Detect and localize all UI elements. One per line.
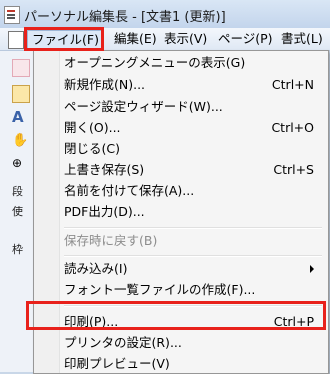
menu-edit[interactable]: 編集(E): [110, 30, 161, 48]
hand-tool-icon[interactable]: ✋: [12, 133, 28, 149]
pink-tool-icon[interactable]: [12, 59, 30, 77]
menu-item-pdf-export[interactable]: PDF出力(D)...: [64, 202, 322, 222]
menu-page[interactable]: ページ(P): [214, 30, 277, 48]
menu-item-revert: 保存時に戻す(B): [64, 233, 158, 248]
select-tool-icon[interactable]: [12, 85, 30, 103]
menu-item-print-preview[interactable]: 印刷プレビュー(V): [64, 354, 322, 374]
window-title: パーソナル編集長 - [文書1 (更新)]: [24, 10, 226, 25]
app-icon: [4, 6, 20, 24]
submenu-arrow-icon: [310, 265, 314, 273]
menu-item-opening-menu[interactable]: オープニングメニューの表示(G): [64, 53, 322, 73]
print-item-highlight: [26, 301, 326, 330]
text-tool-icon[interactable]: A: [12, 109, 28, 125]
document-icon[interactable]: [8, 31, 24, 49]
menu-item-page-setup-wizard[interactable]: ページ設定ウィザード(W)...: [64, 97, 322, 117]
menu-item-open[interactable]: 開く(O)... Ctrl+O: [64, 118, 322, 138]
menu-item-save-as[interactable]: 名前を付けて保存(A)...: [64, 181, 322, 201]
frame-label: 枠: [12, 243, 23, 256]
menu-item-printer-setup[interactable]: プリンタの設定(R)...: [64, 333, 322, 353]
menu-item-import[interactable]: 読み込み(I): [64, 259, 322, 279]
menu-item-close[interactable]: 閉じる(C): [64, 139, 322, 159]
menu-format[interactable]: 書式(L): [277, 30, 327, 48]
zoom-tool-icon[interactable]: ⊕: [12, 155, 28, 171]
title-bar: パーソナル編集長 - [文書1 (更新)]: [0, 0, 330, 29]
menu-item-new[interactable]: 新規作成(N)... Ctrl+N: [64, 75, 322, 95]
use-label: 使: [12, 205, 23, 218]
menu-separator: [64, 255, 322, 257]
menu-view[interactable]: 表示(V): [160, 30, 211, 48]
paragraph-label: 段: [12, 185, 23, 198]
menu-item-font-list[interactable]: フォント一覧ファイルの作成(F)...: [64, 280, 322, 300]
menu-separator: [64, 227, 322, 229]
menu-item-save[interactable]: 上書き保存(S) Ctrl+S: [64, 160, 322, 180]
file-menu-highlight: [24, 27, 104, 51]
